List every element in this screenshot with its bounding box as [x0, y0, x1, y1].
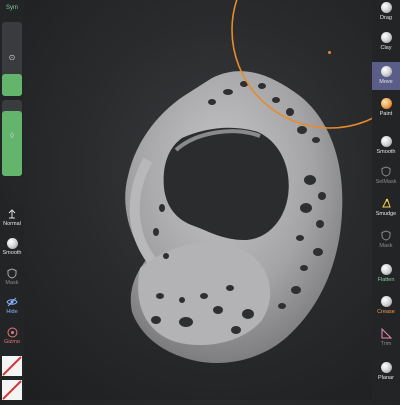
hide-eye-icon [6, 296, 18, 308]
sculpt-viewport[interactable] [0, 0, 400, 400]
tool-mask-label: Mask [5, 280, 19, 286]
radius-slider-handle-icon[interactable]: ⊙ [9, 54, 16, 62]
tool-flatten[interactable]: Flatten [372, 262, 400, 286]
move-brush-icon [380, 65, 392, 77]
symmetry-button[interactable]: Sym [0, 0, 24, 16]
tool-flatten-label: Flatten [377, 277, 395, 283]
tool-smudge[interactable]: Smudge [372, 196, 400, 220]
flatten-brush-icon [380, 263, 392, 275]
radius-slider-fill [2, 73, 22, 96]
smooth-brush-icon [6, 237, 18, 249]
tool-trim-label: Trim [380, 341, 392, 347]
tool-move[interactable]: Move [372, 62, 400, 90]
tool-move-label: Move [379, 79, 393, 85]
tool-hide-label: Hide [6, 309, 18, 315]
intensity-slider[interactable]: ◊ [2, 100, 22, 176]
tool-smooth-right-label: Smooth [376, 149, 396, 155]
tool-drag-label: Drag [380, 15, 392, 21]
intensity-slider-handle-icon[interactable]: ◊ [10, 132, 14, 140]
symmetry-label: Sym [6, 5, 18, 11]
arrow-up-icon [6, 208, 18, 220]
tool-mask-right[interactable]: Mask [372, 228, 400, 252]
gizmo-icon [6, 326, 18, 338]
tool-planar-label: Planar [378, 375, 394, 381]
no-color-slash-icon [2, 356, 22, 376]
tool-planar[interactable]: Planar [372, 360, 400, 384]
clay-brush-icon [380, 31, 392, 43]
tool-trim[interactable]: Trim [372, 326, 400, 350]
tool-smooth[interactable]: Smooth [0, 235, 24, 261]
tool-selmask-label: SelMask [375, 179, 397, 185]
intensity-slider-fill [2, 111, 22, 176]
tool-smooth-right[interactable]: Smooth [372, 134, 400, 158]
tool-hide[interactable]: Hide [0, 294, 24, 320]
mask-shield-icon [380, 229, 392, 241]
crease-brush-icon [380, 295, 392, 307]
color-swatch-button[interactable] [2, 356, 22, 376]
sculpted-mesh[interactable] [0, 0, 400, 400]
tool-gizmo-label: Gizmo [4, 339, 20, 345]
tool-normal[interactable]: Normal [0, 206, 24, 232]
tool-mask-right-label: Mask [379, 243, 393, 249]
left-toolbar: Sym ⊙ ◊ Normal Smooth Mask Hide Gizmo [0, 0, 24, 400]
tool-drag[interactable]: Drag [372, 0, 400, 24]
tool-smudge-label: Smudge [375, 211, 397, 217]
trim-ruler-icon [380, 327, 392, 339]
tool-normal-label: Normal [3, 221, 21, 227]
tool-clay[interactable]: Clay [372, 30, 400, 54]
tool-smooth-label: Smooth [2, 250, 22, 256]
brush-center-dot [328, 51, 331, 54]
selmask-shield-icon [380, 165, 392, 177]
tool-crease-label: Crease [377, 309, 395, 315]
planar-brush-icon [380, 361, 392, 373]
radius-slider[interactable]: ⊙ [2, 22, 22, 96]
material-swatch-button[interactable] [2, 380, 22, 400]
drag-brush-icon [380, 1, 392, 13]
left-toolbar-sliders: Sym ⊙ ◊ [0, 0, 24, 178]
tool-mask[interactable]: Mask [0, 265, 24, 291]
tool-paint[interactable]: Paint [372, 96, 400, 120]
no-material-slash-icon [2, 380, 22, 400]
mask-shield-icon [6, 267, 18, 279]
smudge-finger-icon [380, 197, 392, 209]
tool-crease[interactable]: Crease [372, 294, 400, 318]
right-toolbar: Drag Clay Move Paint Smooth SelMask Smud… [372, 0, 400, 400]
paint-brush-icon [380, 97, 392, 109]
tool-clay-label: Clay [380, 45, 392, 51]
left-toolbar-tools: Normal Smooth Mask Hide Gizmo [0, 204, 24, 400]
smooth-brush-icon [380, 135, 392, 147]
tool-gizmo[interactable]: Gizmo [0, 324, 24, 350]
tool-paint-label: Paint [379, 111, 393, 117]
tool-selmask[interactable]: SelMask [372, 164, 400, 188]
